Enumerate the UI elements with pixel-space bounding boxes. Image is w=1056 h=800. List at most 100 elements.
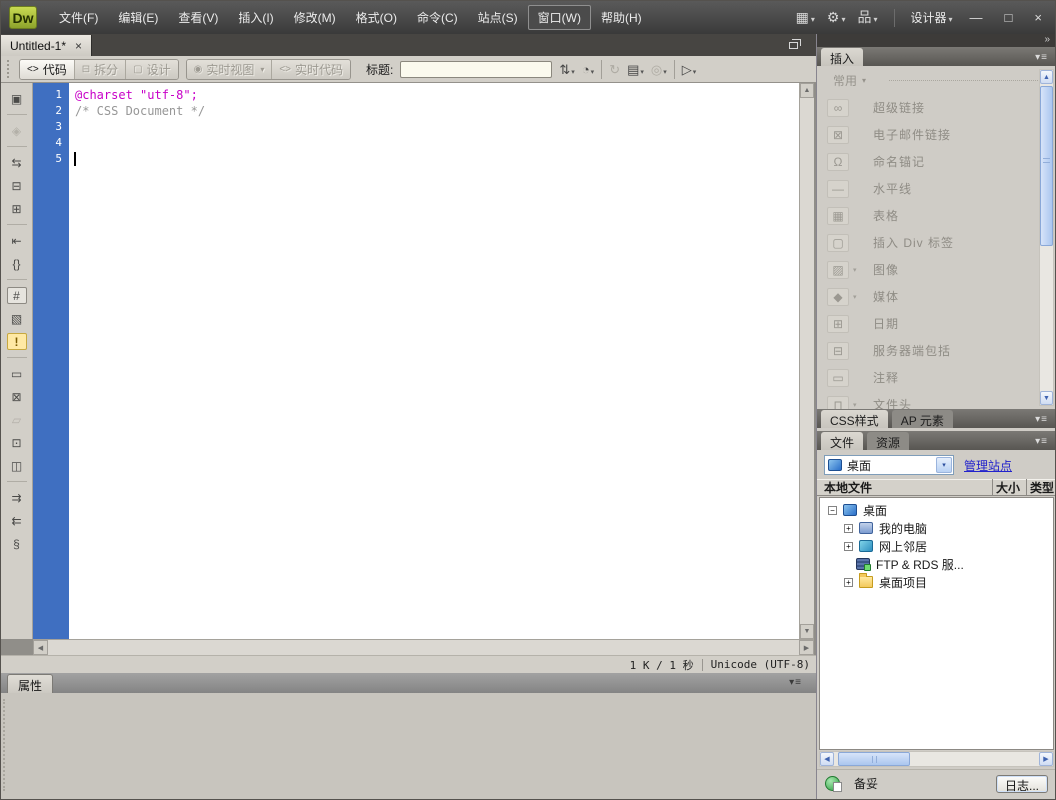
layout-switcher-button[interactable]: ▦▾ (796, 10, 815, 25)
code-editor[interactable]: @charset "utf-8"; /* CSS Document */ (69, 83, 799, 639)
menu-item-window[interactable]: 窗口(W) (528, 5, 591, 30)
site-menu-button[interactable]: 品▾ (858, 10, 878, 25)
close-button[interactable]: × (1029, 11, 1047, 24)
scroll-down-icon[interactable]: ▼ (1040, 391, 1053, 405)
menu-item-view[interactable]: 查看(V) (168, 5, 228, 30)
scroll-up-icon[interactable]: ▲ (800, 83, 814, 98)
tab-insert[interactable]: 插入 (821, 48, 863, 66)
workspace-switcher[interactable]: 设计器▾ (911, 9, 953, 26)
document-tab[interactable]: Untitled-1* × (1, 35, 92, 56)
tab-properties[interactable]: 属性 (7, 674, 53, 693)
scroll-left-icon[interactable]: ◀ (820, 752, 834, 766)
collapse-full-tag-icon[interactable]: ⇆ (7, 154, 27, 171)
code-horizontal-scrollbar[interactable]: ◀ ▶ (33, 639, 814, 655)
document-toolbar: <>代码 ⊟拆分 ▢设计 ◉实时视图▾ <>实时代码 标题: ⇅▾ ◔▾ ↻ ▤… (1, 56, 816, 83)
line-numbers-icon[interactable]: # (7, 287, 27, 304)
menu-item-edit[interactable]: 编辑(E) (108, 5, 168, 30)
tab-ap-elements[interactable]: AP 元素 (892, 410, 953, 428)
panel-menu-icon[interactable]: ▾≡ (1035, 52, 1056, 66)
indent-code-icon[interactable]: ⇉ (7, 489, 27, 506)
connection-status-icon (825, 776, 840, 791)
remove-comment-icon[interactable]: ⊠ (7, 388, 27, 405)
desktop-icon (828, 459, 842, 471)
scroll-left-icon[interactable]: ◀ (33, 640, 48, 655)
insert-item-horizontal-rule: ― 水平线 (817, 175, 1056, 202)
maximize-button[interactable]: □ (1000, 11, 1018, 24)
panel-menu-icon[interactable]: ▾≡ (789, 677, 802, 688)
scroll-right-icon[interactable]: ▶ (1039, 752, 1053, 766)
code-vertical-scrollbar[interactable]: ▲ ▼ (799, 83, 814, 639)
select-parent-tag-icon[interactable]: ⇤ (7, 232, 27, 249)
collapse-panels-icon[interactable]: » (1044, 34, 1050, 45)
scroll-up-icon[interactable]: ▲ (1040, 70, 1053, 84)
menu-item-insert[interactable]: 插入(I) (228, 5, 283, 30)
title-input[interactable] (400, 61, 552, 78)
expand-expander-icon[interactable]: + (844, 542, 853, 551)
site-dropdown[interactable]: 桌面 ▾ (824, 455, 954, 475)
move-css-icon[interactable]: ◫ (7, 457, 27, 474)
menu-item-site[interactable]: 站点(S) (468, 5, 528, 30)
preview-button[interactable]: ◔▾ (582, 63, 594, 76)
column-type[interactable]: 类型 (1026, 479, 1056, 496)
menu-item-modify[interactable]: 修改(M) (284, 5, 346, 30)
tree-row-network-places[interactable]: + 网上邻居 (820, 537, 1053, 555)
recent-snippets-icon[interactable]: ⊡ (7, 434, 27, 451)
collapse-expander-icon[interactable]: − (828, 506, 837, 515)
scrollbar-thumb[interactable] (838, 752, 910, 766)
syntax-error-alerts-icon[interactable]: ! (7, 333, 27, 350)
scroll-down-icon[interactable]: ▼ (800, 624, 814, 639)
expand-all-icon[interactable]: ⊞ (7, 200, 27, 217)
files-horizontal-scrollbar[interactable]: ◀ ▶ (819, 751, 1054, 767)
apply-comment-icon[interactable]: ▭ (7, 365, 27, 382)
log-button[interactable]: 日志... (996, 775, 1048, 793)
image-icon: ▨ (827, 261, 849, 279)
extend-button[interactable]: ⚙▾ (827, 10, 846, 25)
manage-sites-link[interactable]: 管理站点 (964, 457, 1012, 474)
open-documents-icon[interactable]: ▣ (7, 90, 27, 107)
tree-row-desktop-items[interactable]: + 桌面项目 (820, 573, 1053, 591)
code-navigator-icon: ◈ (7, 122, 27, 139)
expand-expander-icon[interactable]: + (844, 524, 853, 533)
tab-css-styles[interactable]: CSS样式 (821, 410, 888, 428)
live-view-button[interactable]: ◉实时视图▾ (187, 60, 273, 79)
line-number-gutter: 1 2 3 4 5 (33, 83, 69, 639)
scrollbar-thumb[interactable] (1040, 86, 1053, 246)
tree-row-my-computer[interactable]: + 我的电脑 (820, 519, 1053, 537)
live-code-button[interactable]: <>实时代码 (272, 60, 350, 79)
code-view-button[interactable]: <>代码 (20, 60, 75, 79)
design-view-button[interactable]: ▢设计 (126, 60, 177, 79)
panel-menu-icon[interactable]: ▾≡ (1035, 436, 1056, 450)
tree-row-ftp-rds-servers[interactable]: FTP & RDS 服... (820, 555, 1053, 573)
line-number: 3 (33, 119, 62, 135)
cascade-windows-icon[interactable] (789, 42, 798, 49)
insert-category-dropdown: 常用 ▾ (817, 66, 1056, 94)
column-local-files[interactable]: 本地文件 (817, 479, 992, 496)
tab-close-icon[interactable]: × (75, 39, 82, 53)
column-size[interactable]: 大小 (992, 479, 1026, 496)
expand-expander-icon[interactable]: + (844, 578, 853, 587)
folder-icon (859, 576, 873, 588)
insert-panel-scrollbar[interactable]: ▲ ▼ (1039, 69, 1054, 406)
format-source-code-icon[interactable]: § (7, 535, 27, 552)
menu-item-format[interactable]: 格式(O) (346, 5, 407, 30)
tab-assets[interactable]: 资源 (867, 432, 909, 450)
check-page-button[interactable]: ▷▾ (682, 63, 697, 76)
tree-row-desktop[interactable]: − 桌面 (820, 501, 1053, 519)
view-options-button[interactable]: ▤▾ (627, 63, 644, 76)
scroll-right-icon[interactable]: ▶ (799, 640, 814, 655)
minimize-button[interactable]: — (965, 11, 988, 24)
outdent-code-icon[interactable]: ⇇ (7, 512, 27, 529)
collapse-selection-icon[interactable]: ⊟ (7, 177, 27, 194)
table-icon: ▦ (827, 207, 849, 225)
chevron-down-icon[interactable]: ▾ (936, 457, 952, 473)
panel-menu-icon[interactable]: ▾≡ (1035, 414, 1056, 428)
balance-braces-icon[interactable]: {} (7, 255, 27, 272)
tab-files[interactable]: 文件 (821, 432, 863, 450)
split-view-button[interactable]: ⊟拆分 (75, 60, 126, 79)
date-icon: ⊞ (827, 315, 849, 333)
menu-item-help[interactable]: 帮助(H) (591, 5, 652, 30)
menu-item-commands[interactable]: 命令(C) (407, 5, 468, 30)
file-management-button[interactable]: ⇅▾ (559, 63, 574, 76)
menu-item-file[interactable]: 文件(F) (49, 5, 108, 30)
highlight-invalid-code-icon[interactable]: ▧ (7, 310, 27, 327)
